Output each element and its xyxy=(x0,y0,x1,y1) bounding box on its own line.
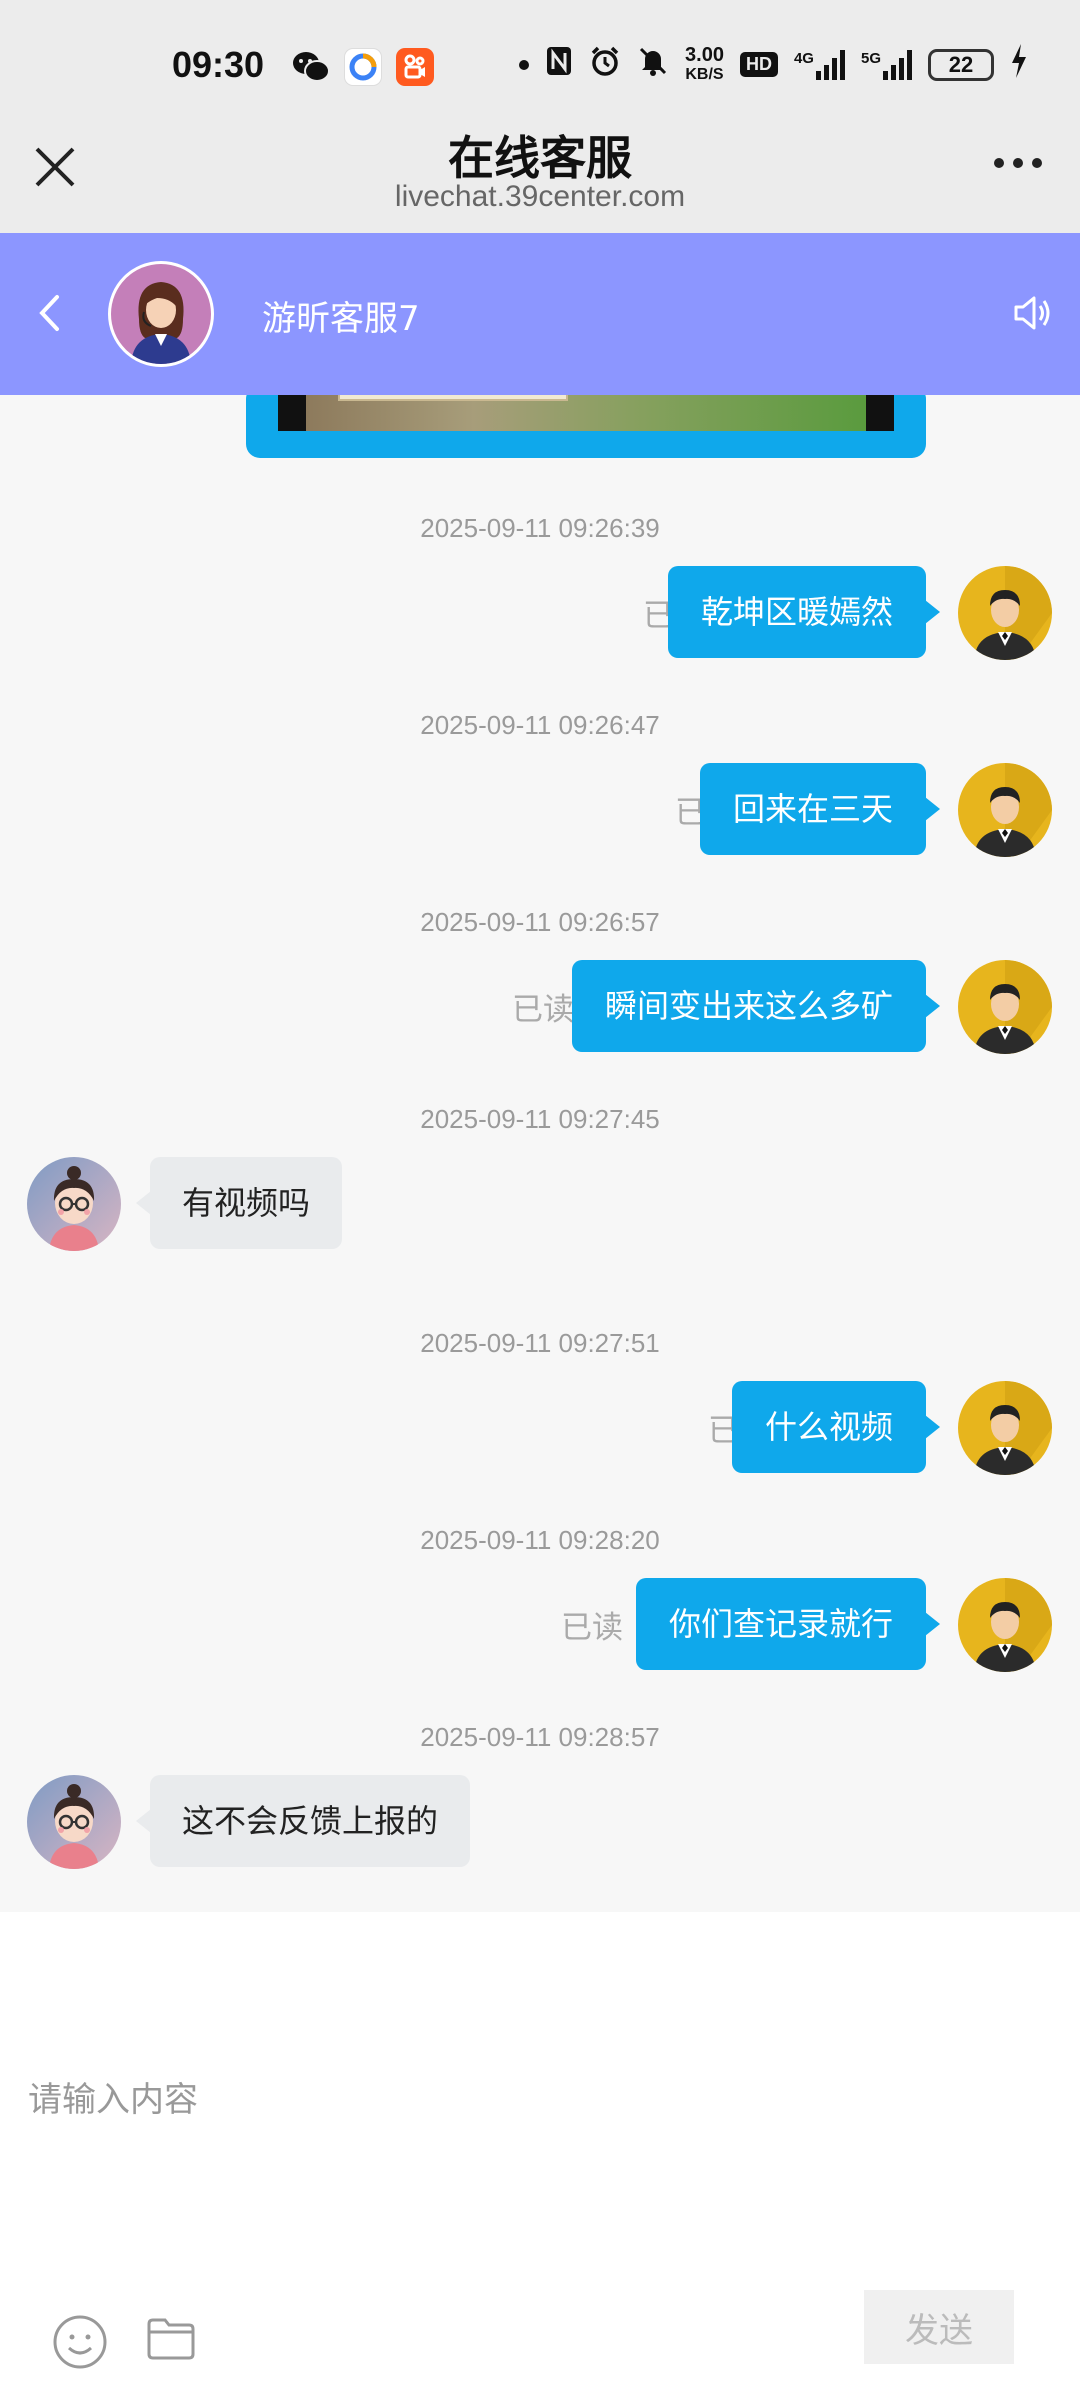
agent-message-avatar xyxy=(27,1157,121,1251)
wechat-icon xyxy=(292,48,330,86)
message-timestamp: 2025-09-11 09:28:57 xyxy=(420,1722,660,1752)
message-timestamp: 2025-09-11 09:27:51 xyxy=(420,1328,660,1358)
signal-4g-icon xyxy=(815,49,845,80)
agent-name: 游昕客服7 xyxy=(262,299,420,339)
net-speed: 3.00 KB/S xyxy=(685,45,724,85)
outgoing-bubble[interactable]: 瞬间变出来这么多矿 xyxy=(571,960,941,1052)
outgoing-message: 已读 瞬间变出来这么多矿 xyxy=(0,960,1080,1054)
outgoing-bubble[interactable]: 你们查记录就行 xyxy=(635,1578,941,1670)
close-icon[interactable] xyxy=(30,142,80,192)
message-timestamp: 2025-09-11 09:26:47 xyxy=(420,710,660,740)
battery-level: 22 xyxy=(948,51,974,77)
folder-icon[interactable] xyxy=(146,2316,196,2362)
my-avatar xyxy=(958,566,1052,660)
outgoing-message: 已读 回来在三天 xyxy=(0,763,1080,857)
incoming-bubble[interactable]: 这不会反馈上报的 xyxy=(135,1775,471,1867)
signal-4g-indicator: 4G xyxy=(793,49,845,80)
net-speed-unit: KB/S xyxy=(685,65,724,83)
message-timestamp: 2025-09-11 09:28:20 xyxy=(420,1525,660,1555)
outgoing-bubble[interactable]: 回来在三天 xyxy=(699,763,941,855)
dot-icon xyxy=(519,59,530,70)
status-app-icons xyxy=(292,48,434,86)
outgoing-message: 已读 你们查记录就行 xyxy=(0,1578,1080,1672)
emoji-icon[interactable] xyxy=(52,2314,108,2370)
my-avatar xyxy=(958,763,1052,857)
status-time: 09:30 xyxy=(172,44,265,85)
incoming-message: 有视频吗 xyxy=(0,1157,1080,1251)
browser-icon xyxy=(344,48,382,86)
alarm-icon xyxy=(589,45,621,84)
more-options-button[interactable] xyxy=(994,158,1042,168)
signal-5g-label: 5G xyxy=(860,49,881,67)
speaker-icon[interactable] xyxy=(1010,291,1054,335)
agent-message-avatar xyxy=(27,1775,121,1869)
outgoing-bubble[interactable]: 什么视频 xyxy=(731,1381,941,1473)
chat-header: 游昕客服7 xyxy=(0,233,1080,395)
game-screenshot-image xyxy=(278,395,894,431)
mute-icon xyxy=(637,45,669,84)
message-input[interactable] xyxy=(0,1912,1080,2272)
signal-4g-label: 4G xyxy=(793,49,814,67)
nfc-icon xyxy=(545,45,573,84)
outgoing-message: 已读 什么视频 xyxy=(0,1381,1080,1475)
signal-5g-indicator: 5G xyxy=(860,49,912,80)
signal-5g-icon xyxy=(883,49,912,80)
message-timestamp: 2025-09-11 09:27:45 xyxy=(420,1104,660,1134)
agent-avatar xyxy=(108,261,214,367)
status-indicators: 3.00 KB/S HD 4G 5G 22 xyxy=(519,44,1028,85)
charging-icon xyxy=(1010,44,1028,85)
read-status: 已读 xyxy=(561,1610,623,1646)
battery-icon: 22 xyxy=(928,48,994,81)
back-icon[interactable] xyxy=(30,288,70,338)
hd-badge: HD xyxy=(739,52,778,77)
message-timestamp: 2025-09-11 09:26:57 xyxy=(420,907,660,937)
read-status: 已读 xyxy=(512,992,574,1028)
outgoing-message: 已读 乾坤区暖嫣然 xyxy=(0,566,1080,660)
image-message[interactable] xyxy=(246,395,926,458)
page-url: livechat.39center.com xyxy=(394,180,686,213)
my-avatar xyxy=(958,960,1052,1054)
browser-toolbar: 在线客服 livechat.39center.com xyxy=(0,130,1080,233)
page-title: 在线客服 xyxy=(448,131,632,185)
kuaishou-icon xyxy=(396,48,434,86)
message-composer: 发送 xyxy=(0,1912,1080,2400)
chat-messages[interactable]: 2025-09-11 09:26:39 已读 乾坤区暖嫣然 2025-09-11… xyxy=(0,395,1080,1912)
my-avatar xyxy=(958,1381,1052,1475)
incoming-bubble[interactable]: 有视频吗 xyxy=(135,1157,343,1249)
net-speed-value: 3.00 xyxy=(685,43,724,66)
incoming-message: 这不会反馈上报的 xyxy=(0,1775,1080,1869)
my-avatar xyxy=(958,1578,1052,1672)
send-button[interactable]: 发送 xyxy=(864,2290,1014,2364)
message-timestamp: 2025-09-11 09:26:39 xyxy=(420,513,660,543)
status-bar: 09:30 3.00 KB/S HD 4G 5G 22 xyxy=(0,0,1080,130)
outgoing-bubble[interactable]: 乾坤区暖嫣然 xyxy=(667,566,941,658)
